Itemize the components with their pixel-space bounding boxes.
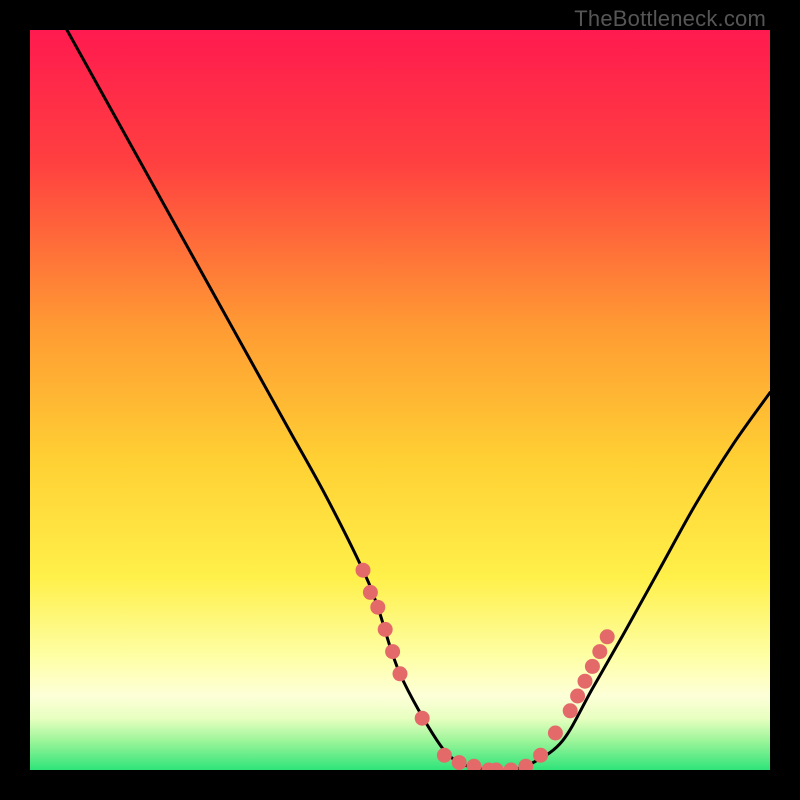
threshold-dot <box>563 703 578 718</box>
threshold-dot <box>363 585 378 600</box>
threshold-dot <box>600 629 615 644</box>
threshold-dot <box>393 666 408 681</box>
threshold-dot <box>452 755 467 770</box>
threshold-dot <box>578 674 593 689</box>
threshold-dot <box>378 622 393 637</box>
chart-frame <box>30 30 770 770</box>
threshold-dot <box>585 659 600 674</box>
threshold-dot <box>356 563 371 578</box>
threshold-dot <box>570 689 585 704</box>
threshold-dot <box>592 644 607 659</box>
threshold-dot <box>533 748 548 763</box>
threshold-dot <box>415 711 430 726</box>
threshold-dot <box>385 644 400 659</box>
threshold-dot <box>370 600 385 615</box>
gradient-background <box>30 30 770 770</box>
watermark-text: TheBottleneck.com <box>574 6 766 32</box>
threshold-dot <box>437 748 452 763</box>
threshold-dot <box>548 726 563 741</box>
chart-svg <box>30 30 770 770</box>
